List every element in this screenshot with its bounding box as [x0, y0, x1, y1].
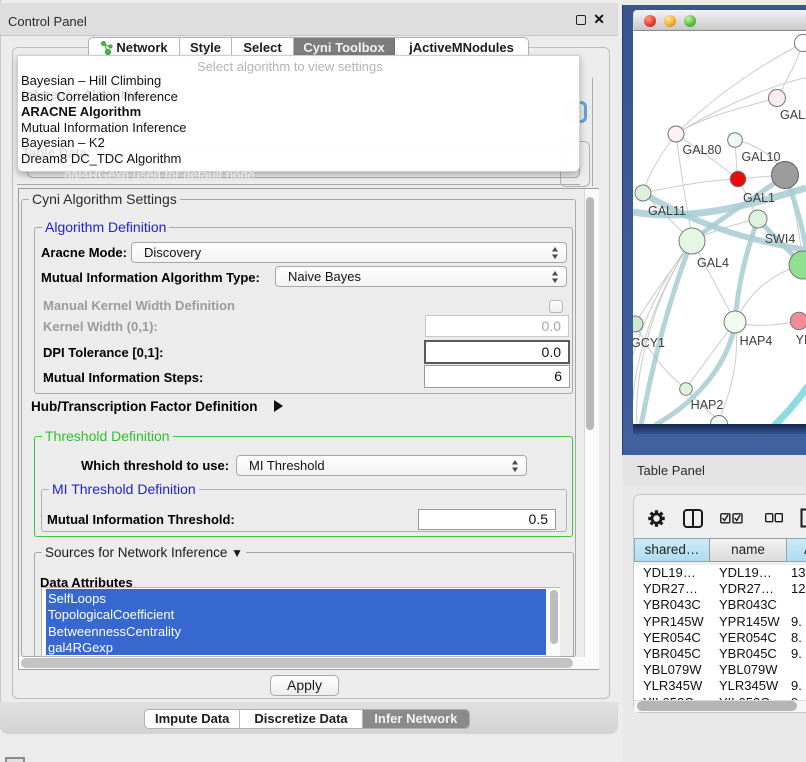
svg-text:YP: YP — [796, 333, 806, 347]
svg-text:HAP2: HAP2 — [691, 398, 724, 412]
svg-text:GAL10: GAL10 — [742, 150, 781, 164]
svg-text:GCY1: GCY1 — [633, 336, 665, 350]
svg-text:GAL1: GAL1 — [743, 191, 775, 205]
svg-text:GAL2: GAL2 — [780, 108, 806, 122]
svg-text:HAP4: HAP4 — [740, 334, 773, 348]
svg-text:GAL4: GAL4 — [697, 256, 729, 270]
svg-text:GAL80: GAL80 — [683, 143, 722, 157]
svg-text:GAL11: GAL11 — [648, 204, 686, 218]
svg-text:SWI4: SWI4 — [765, 232, 796, 246]
